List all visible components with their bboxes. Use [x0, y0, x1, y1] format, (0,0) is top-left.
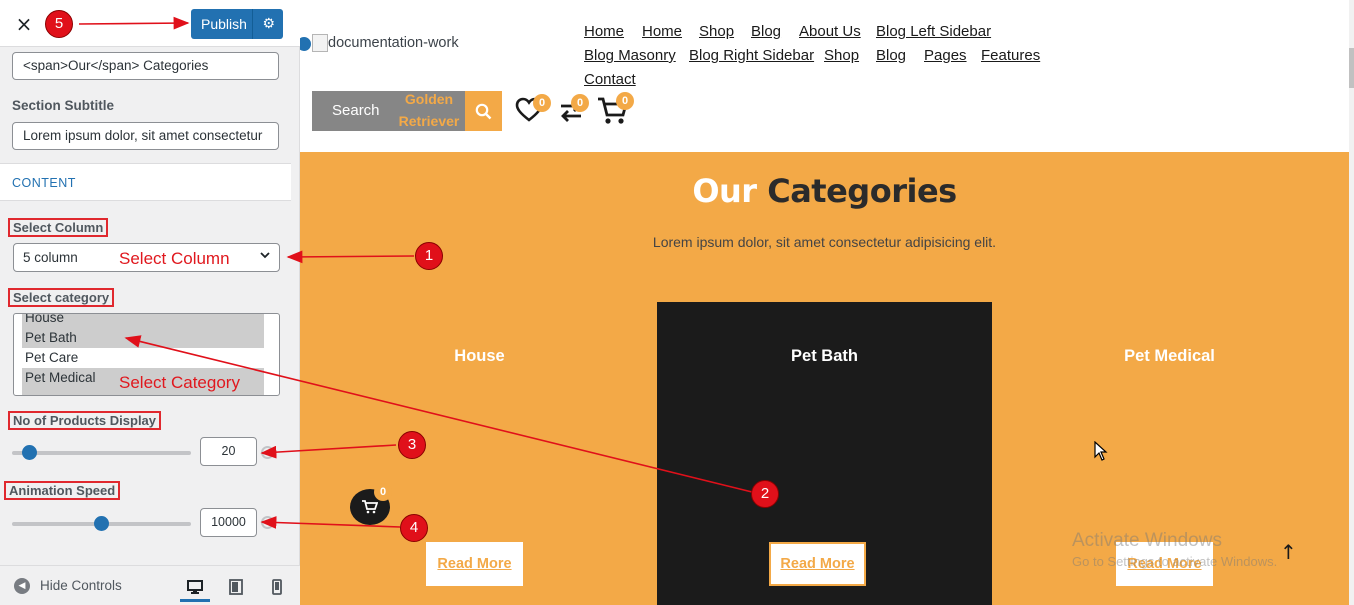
step-marker: 5: [45, 10, 73, 38]
annotation-arrows: [78, 16, 753, 529]
step-marker: 1: [415, 242, 443, 270]
arrow-to-products-display: [260, 444, 397, 459]
step-marker: 4: [400, 514, 428, 542]
step-marker: 2: [751, 480, 779, 508]
arrow-to-animation-speed: [260, 516, 401, 529]
arrow-to-publish: [78, 16, 190, 30]
step-marker: 3: [398, 431, 426, 459]
arrow-to-select-column: [286, 250, 415, 264]
arrow-to-select-category: [124, 335, 753, 493]
